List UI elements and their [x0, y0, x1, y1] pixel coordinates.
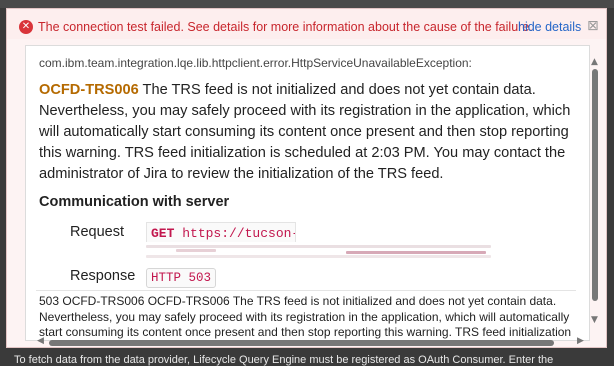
- request-method: GET: [151, 226, 175, 241]
- vertical-scroll-thumb[interactable]: [592, 69, 598, 301]
- response-status: HTTP 503: [146, 268, 216, 288]
- redacted-url-area: [146, 243, 491, 261]
- scroll-up-icon[interactable]: ▲: [591, 57, 598, 67]
- request-label: Request: [70, 224, 125, 240]
- hide-details-link[interactable]: hide details: [518, 20, 581, 34]
- horizontal-scrollbar[interactable]: ◀ ▶: [37, 336, 587, 347]
- request-value: GET https://tucson-: [146, 222, 296, 242]
- details-panel[interactable]: com.ibm.team.integration.lqe.lib.httpcli…: [25, 45, 590, 341]
- exception-class: com.ibm.team.integration.lqe.lib.httpcli…: [39, 56, 472, 70]
- scroll-right-icon[interactable]: ▶: [577, 336, 584, 346]
- background-page-text: To fetch data from the data provider, Li…: [14, 354, 554, 366]
- error-banner: ✕ The connection test failed. See detail…: [7, 9, 606, 39]
- vertical-scrollbar[interactable]: ▲ ▼: [589, 57, 601, 327]
- communication-title: Communication with server: [39, 194, 230, 210]
- error-x-icon: ✕: [19, 20, 33, 34]
- error-dialog: ✕ The connection test failed. See detail…: [6, 8, 607, 348]
- error-code: OCFD-TRS006: [39, 82, 139, 98]
- error-details-text: OCFD-TRS006 The TRS feed is not initiali…: [39, 80, 579, 185]
- scroll-down-icon[interactable]: ▼: [591, 315, 598, 325]
- horizontal-scroll-thumb[interactable]: [49, 340, 554, 346]
- request-url: https://tucson-: [182, 226, 296, 241]
- scroll-left-icon[interactable]: ◀: [37, 336, 44, 346]
- error-message: The connection test failed. See details …: [38, 20, 533, 34]
- response-body: 503 OCFD-TRS006 OCFD-TRS006 The TRS feed…: [39, 294, 572, 339]
- divider: [36, 290, 576, 291]
- close-icon[interactable]: ⊠: [587, 18, 599, 34]
- window-frame-top: [0, 0, 614, 8]
- response-label: Response: [70, 268, 136, 284]
